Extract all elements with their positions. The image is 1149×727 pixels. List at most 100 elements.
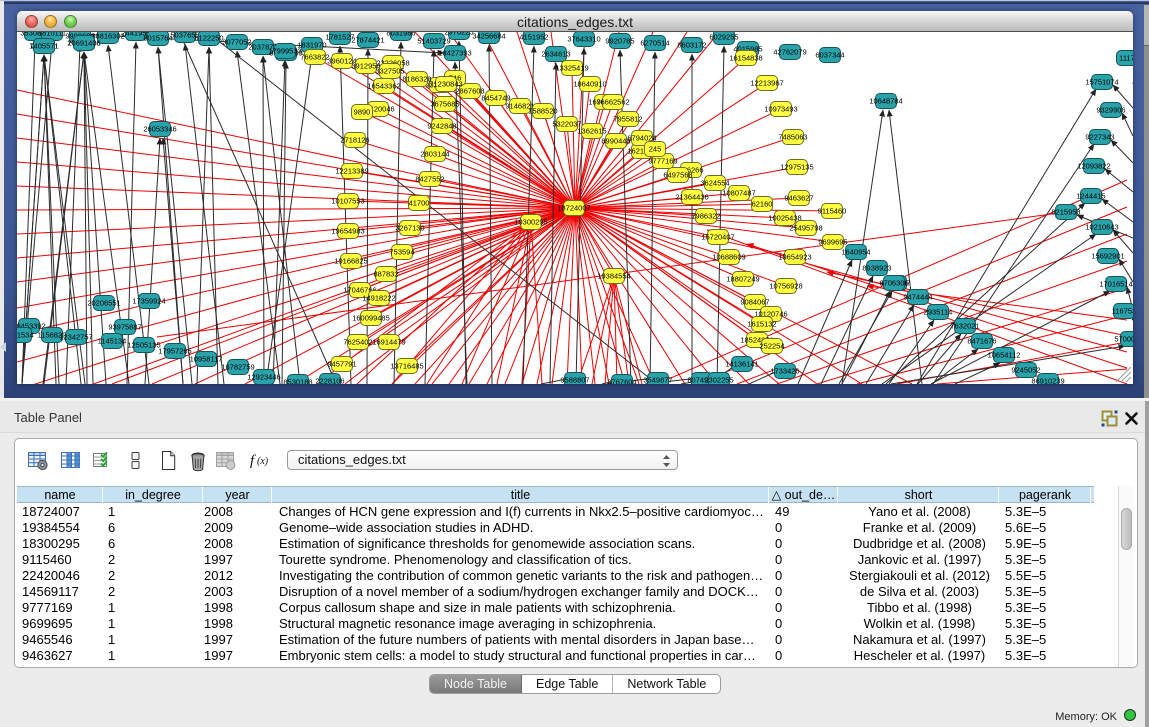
svg-text:7485063: 7485063 (778, 133, 807, 142)
svg-text:10025438: 10025438 (768, 214, 801, 223)
svg-text:3077052: 3077052 (222, 38, 251, 47)
svg-text:37643310: 37643310 (567, 35, 600, 44)
svg-text:7663822: 7663822 (300, 53, 329, 62)
svg-text:17999533: 17999533 (268, 47, 301, 56)
svg-text:9115460: 9115460 (818, 207, 847, 216)
svg-text:1810111: 1810111 (38, 32, 66, 38)
svg-text:f: f (250, 453, 256, 469)
svg-text:6029255: 6029255 (709, 33, 738, 42)
svg-text:1362615: 1362615 (577, 127, 606, 136)
svg-text:1244415: 1244415 (1076, 192, 1105, 201)
svg-text:2803144: 2803144 (420, 150, 449, 159)
svg-text:10210643: 10210643 (1085, 223, 1118, 232)
svg-text:7632021: 7632021 (950, 322, 979, 331)
svg-text:8215958: 8215958 (1051, 208, 1080, 217)
svg-text:16914479: 16914479 (372, 338, 405, 347)
svg-text:6270514: 6270514 (640, 39, 669, 48)
svg-text:10648784: 10648784 (869, 97, 902, 106)
svg-text:12213967: 12213967 (750, 79, 783, 88)
svg-text:86910239: 86910239 (1031, 377, 1064, 385)
svg-text:10688609: 10688609 (712, 253, 745, 262)
svg-text:76662562: 76662562 (596, 98, 629, 107)
svg-text:9245052: 9245052 (1011, 366, 1040, 375)
svg-text:19654923: 19654923 (778, 253, 811, 262)
svg-text:7986322: 7986322 (691, 212, 720, 221)
svg-text:17359924: 17359924 (132, 297, 165, 306)
svg-text:252254: 252254 (759, 342, 784, 351)
svg-text:13325419: 13325419 (555, 64, 588, 73)
svg-text:14136141: 14136141 (725, 360, 758, 369)
svg-text:2302255: 2302255 (704, 376, 733, 385)
svg-text:2634613: 2634613 (541, 50, 570, 59)
svg-text:8530188: 8530188 (283, 378, 312, 385)
svg-text:12093822: 12093822 (1077, 162, 1110, 171)
svg-text:753594: 753594 (389, 248, 414, 257)
svg-text:57000147: 57000147 (1114, 335, 1133, 344)
svg-text:12923446: 12923446 (247, 373, 280, 382)
svg-text:93975887: 93975887 (108, 323, 141, 332)
svg-text:18807249: 18807249 (726, 275, 759, 284)
svg-text:26053346: 26053346 (143, 125, 176, 134)
svg-text:6037344: 6037344 (815, 51, 844, 60)
svg-text:12342757: 12342757 (59, 333, 92, 342)
svg-text:10973493: 10973493 (764, 105, 797, 114)
svg-text:15720407: 15720407 (701, 233, 734, 242)
svg-text:9474444: 9474444 (903, 293, 932, 302)
svg-text:10107553: 10107553 (331, 197, 364, 206)
svg-text:9699695: 9699695 (818, 238, 847, 247)
svg-text:9920785: 9920785 (605, 37, 634, 46)
svg-text:9890: 9890 (354, 108, 371, 117)
svg-text:245: 245 (649, 145, 662, 154)
svg-text:1781527: 1781527 (325, 33, 354, 42)
svg-text:18640910: 18640910 (573, 80, 606, 89)
svg-text:4151952: 4151952 (519, 33, 548, 42)
svg-text:(x): (x) (257, 456, 269, 467)
svg-text:6706306: 6706306 (879, 279, 908, 288)
svg-text:9463627: 9463627 (784, 194, 813, 203)
svg-text:21364436: 21364436 (675, 193, 708, 202)
svg-text:8015764: 8015764 (143, 34, 172, 43)
svg-text:12975135: 12975135 (780, 163, 813, 172)
svg-text:3267130: 3267130 (395, 224, 424, 233)
svg-text:9242848: 9242848 (427, 122, 456, 131)
svg-text:10654112: 10654112 (988, 351, 1021, 360)
svg-text:9329906: 9329906 (1096, 106, 1125, 115)
svg-text:15692901: 15692901 (1091, 252, 1124, 261)
svg-text:1405571: 1405571 (29, 42, 58, 51)
svg-text:391534: 391534 (17, 331, 34, 340)
svg-text:8186328: 8186328 (402, 75, 431, 84)
svg-text:17957265: 17957265 (158, 347, 191, 356)
svg-text:3767604: 3767604 (607, 378, 636, 385)
svg-text:2228106: 2228106 (315, 377, 344, 385)
svg-text:42762079: 42762079 (773, 48, 806, 57)
svg-text:8031986: 8031986 (386, 32, 415, 38)
svg-text:1733426: 1733426 (770, 367, 799, 376)
svg-text:9084067: 9084067 (740, 298, 769, 307)
svg-text:1615132: 1615132 (747, 320, 776, 329)
svg-text:6497568: 6497568 (663, 171, 692, 180)
svg-text:1640954: 1640954 (841, 248, 870, 257)
svg-text:10958117: 10958117 (190, 355, 223, 364)
svg-text:1145134: 1145134 (98, 337, 127, 346)
svg-text:9457791: 9457791 (327, 360, 356, 369)
svg-text:14918222: 14918222 (362, 294, 395, 303)
svg-text:27874421: 27874421 (351, 36, 384, 45)
svg-text:16154838: 16154838 (729, 54, 762, 63)
svg-text:62160: 62160 (752, 200, 773, 209)
svg-text:1117: 1117 (1119, 54, 1133, 63)
svg-text:13716485: 13716485 (390, 362, 423, 371)
svg-text:19654983: 19654983 (331, 227, 364, 236)
svg-text:9777169: 9777169 (648, 157, 677, 166)
svg-text:19384554: 19384554 (597, 272, 630, 281)
svg-text:25495798: 25495798 (789, 224, 822, 233)
svg-text:10756928: 10756928 (769, 282, 802, 291)
svg-text:19300295: 19300295 (514, 218, 547, 227)
svg-text:12213389: 12213389 (335, 167, 368, 176)
svg-text:1831970: 1831970 (297, 41, 326, 50)
svg-text:8122250: 8122250 (194, 34, 223, 43)
svg-text:34256684: 34256684 (472, 32, 505, 41)
svg-text:71230843: 71230843 (429, 80, 462, 89)
svg-text:9588807: 9588807 (560, 376, 589, 385)
svg-text:3549877: 3549877 (643, 376, 672, 385)
svg-text:8938923: 8938923 (862, 264, 891, 273)
